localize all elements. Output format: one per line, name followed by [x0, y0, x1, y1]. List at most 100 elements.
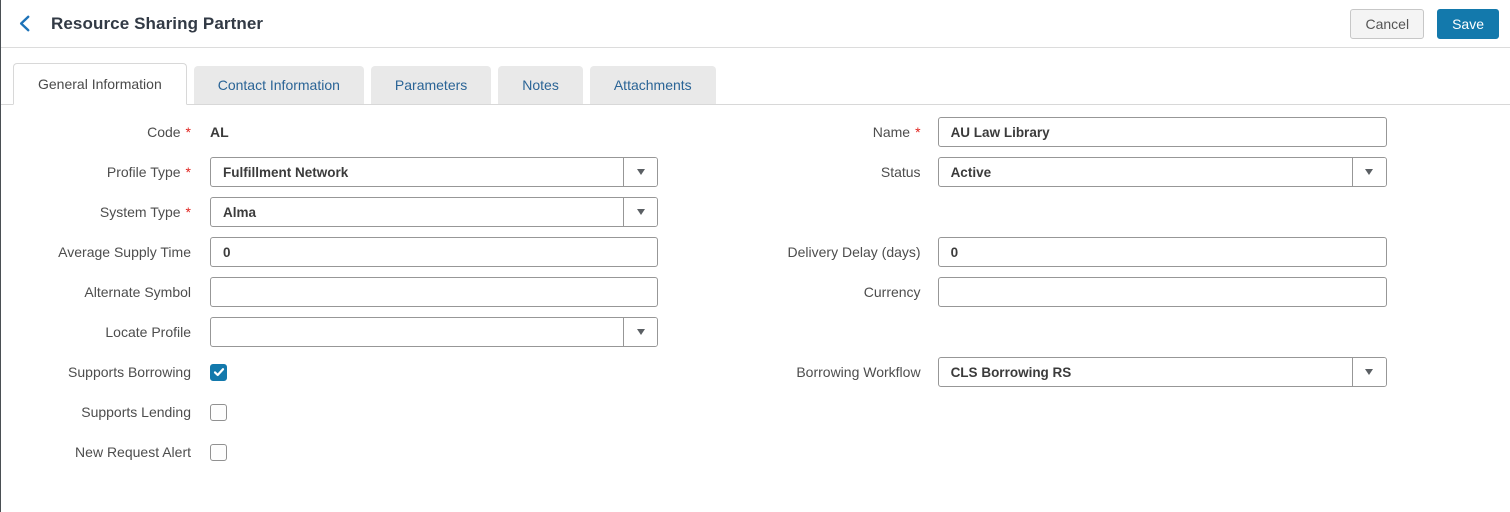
label-text: Currency — [863, 284, 921, 300]
borrowing-workflow-input[interactable] — [938, 358, 1352, 386]
form-row: System Type * — [1, 192, 1510, 232]
average-supply-time-label: Average Supply Time — [1, 244, 191, 260]
delivery-delay-days-label: Delivery Delay (days) — [671, 244, 921, 260]
locate-profile-label: Locate Profile — [1, 324, 191, 340]
form-row: Supports Borrowing Borrowing Workflow — [1, 352, 1510, 392]
form-cell-left: Code * AL — [1, 112, 671, 152]
form-cell-left: Supports Lending — [1, 392, 671, 432]
borrowing-workflow-dropdown-button[interactable] — [1351, 358, 1386, 386]
status-dropdown-button[interactable] — [1351, 158, 1386, 186]
system-type-label: System Type * — [1, 204, 191, 220]
system-type-control — [210, 197, 658, 227]
form-row: Profile Type* Status — [1, 152, 1510, 192]
status-label: Status — [671, 164, 921, 180]
save-button[interactable]: Save — [1437, 8, 1499, 39]
label-text: Locate Profile — [105, 324, 191, 340]
caret-down-icon — [1365, 369, 1374, 375]
label-text: Borrowing Workflow — [796, 364, 921, 380]
supports-borrowing-checkbox[interactable] — [210, 363, 227, 381]
system-type-dropdown-button[interactable] — [623, 198, 657, 226]
caret-down-icon — [636, 169, 645, 175]
back-button[interactable] — [11, 10, 39, 38]
alternate-symbol-control — [210, 277, 658, 307]
page-title: Resource Sharing Partner — [51, 13, 264, 33]
currency-input[interactable] — [938, 278, 1386, 306]
average-supply-time-input[interactable] — [211, 238, 657, 266]
alternate-symbol-label: Alternate Symbol — [1, 284, 191, 300]
system-type-input[interactable] — [211, 198, 623, 226]
locate-profile-dropdown-button[interactable] — [623, 318, 657, 346]
alternate-symbol-field — [210, 277, 658, 307]
tab-contact-information[interactable]: Contact Information — [193, 66, 364, 104]
form-cell-left: System Type * — [1, 192, 671, 232]
profile-type-label: Profile Type * — [1, 164, 191, 180]
delivery-delay-days-input[interactable] — [938, 238, 1386, 266]
code-label: Code * — [1, 124, 191, 140]
status-input[interactable] — [938, 158, 1352, 186]
caret-down-icon — [636, 209, 645, 215]
form-cell-right: Status — [671, 152, 1510, 192]
alternate-symbol-input[interactable] — [211, 278, 657, 306]
cancel-button[interactable]: Cancel — [1350, 8, 1425, 39]
new-request-alert-checkbox[interactable] — [210, 443, 227, 461]
caret-down-icon — [636, 329, 645, 335]
new-request-alert-label: New Request Alert — [1, 444, 191, 460]
locate-profile-input[interactable] — [211, 318, 623, 346]
name-control — [937, 117, 1387, 147]
supports-borrowing-control — [210, 363, 658, 381]
new-request-alert-control — [210, 443, 658, 461]
currency-label: Currency — [671, 284, 921, 300]
supports-lending-checkbox[interactable] — [210, 403, 227, 421]
status-field — [937, 157, 1387, 187]
form-cell-right — [671, 192, 1510, 232]
label-text: New Request Alert — [75, 444, 191, 460]
form-row: Locate Profile — [1, 312, 1510, 352]
form-cell-left: New Request Alert — [1, 432, 671, 472]
label-text: Code — [147, 124, 181, 140]
locate-profile-control — [210, 317, 658, 347]
form-row: Code * AL Name * — [1, 112, 1510, 152]
label-text: Average Supply Time — [58, 244, 191, 260]
tab-attachments[interactable]: Attachments — [589, 66, 716, 104]
form-cell-left: Average Supply Time — [1, 232, 671, 272]
tab-general-information[interactable]: General Information — [13, 63, 187, 105]
label-text: Supports Borrowing — [68, 364, 191, 380]
supports-lending-label: Supports Lending — [1, 404, 191, 420]
form-cell-right: Currency — [671, 272, 1510, 312]
form-row: Average Supply Time Delivery Delay (days) — [1, 232, 1510, 272]
required-asterisk: * — [185, 204, 191, 220]
form-cell-right: Borrowing Workflow — [671, 352, 1510, 392]
form-cell-right — [671, 432, 1510, 472]
chevron-left-icon — [19, 15, 29, 32]
name-input[interactable] — [938, 118, 1386, 146]
system-type-field — [210, 197, 658, 227]
label-text: System Type — [99, 204, 181, 220]
required-asterisk: * — [185, 164, 191, 180]
form-cell-right — [671, 392, 1510, 432]
supports-lending-control — [210, 403, 658, 421]
supports-borrowing-label: Supports Borrowing — [1, 364, 191, 380]
label-text: Delivery Delay (days) — [787, 244, 921, 260]
form-cell-right: Name * — [671, 112, 1510, 152]
locate-profile-field — [210, 317, 658, 347]
profile-type-dropdown-button[interactable] — [623, 158, 657, 186]
currency-control — [937, 277, 1387, 307]
label-text: Supports Lending — [81, 404, 191, 420]
form-row: New Request Alert — [1, 432, 1510, 472]
form-cell-right — [671, 312, 1510, 352]
label-text: Name — [872, 124, 911, 140]
tab-notes[interactable]: Notes — [498, 66, 583, 104]
page-header: Resource Sharing Partner Cancel Save — [1, 0, 1510, 48]
profile-type-input[interactable] — [211, 158, 623, 186]
delivery-delay-days-control — [937, 237, 1387, 267]
delivery-delay-days-field — [937, 237, 1387, 267]
name-field — [937, 117, 1387, 147]
label-text: Status — [880, 164, 921, 180]
code-control: AL — [210, 124, 658, 140]
form-cell-left: Supports Borrowing — [1, 352, 671, 392]
form-row: Supports Lending — [1, 392, 1510, 432]
form-cell-left: Alternate Symbol — [1, 272, 671, 312]
profile-type-control — [210, 157, 658, 187]
tab-parameters[interactable]: Parameters — [370, 66, 492, 104]
form-cell-right: Delivery Delay (days) — [671, 232, 1510, 272]
